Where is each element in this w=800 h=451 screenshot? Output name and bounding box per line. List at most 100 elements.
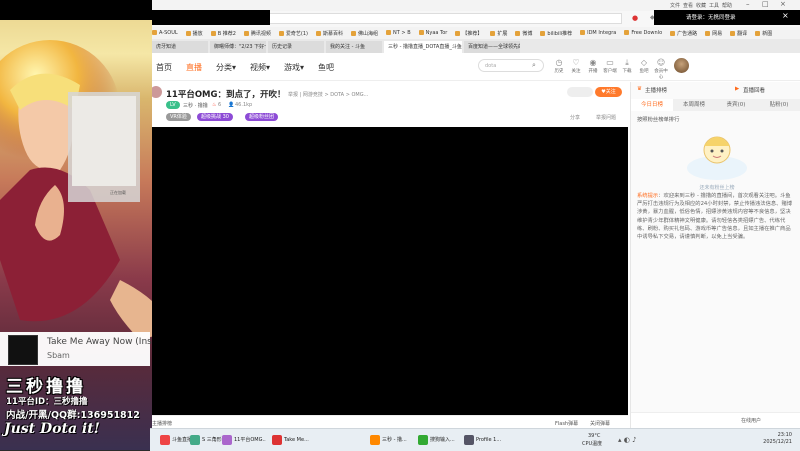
badge-challenge[interactable]: 超级挑战 30	[197, 113, 233, 121]
bookmark-item[interactable]: 佛山海组	[351, 30, 378, 37]
bookmark-icon	[278, 30, 284, 36]
browser-tab[interactable]: 我的关注 - 斗鱼	[326, 41, 382, 53]
flash-danmaku[interactable]: Flash弹幕	[555, 420, 578, 427]
fire-icon: ♨	[212, 102, 217, 108]
rank-header[interactable]: 主播排榜	[645, 86, 667, 94]
browser-tab[interactable]: 百度知道——全球领先的中文问答	[464, 41, 520, 53]
taskbar-item[interactable]: Take Me...	[270, 432, 316, 448]
tab-fans[interactable]: 贴粉(0)	[757, 99, 800, 111]
browser-tab[interactable]: 御曙师傅："2/23 下好一点"	[210, 41, 266, 53]
badge-fanclub[interactable]: 超级粉丝团	[245, 113, 279, 121]
menu-file[interactable]: 文件	[670, 2, 680, 9]
search-icon[interactable]: ⌕	[532, 61, 536, 70]
toolbar-download[interactable]: ⤓ 下载	[620, 58, 634, 74]
app-icon	[190, 435, 200, 445]
camera-icon: ◉	[589, 58, 597, 67]
crown-icon: ♛	[637, 86, 642, 92]
bookmark-item[interactable]: IDM Integra	[580, 30, 616, 36]
tab-daily[interactable]: 今日日榜	[631, 99, 674, 111]
taskbar-item[interactable]: 11平台OMG...	[220, 432, 266, 448]
tray-icons[interactable]: ▴ ◐ ♪	[618, 436, 637, 444]
app-icon	[160, 435, 170, 445]
close-icon[interactable]: ×	[782, 11, 789, 20]
video-player[interactable]	[150, 127, 628, 415]
toolbar-monitor[interactable]: ▭ 客户端	[603, 58, 617, 74]
site-nav: 首页 直播 分类▾ 视频▾ 游戏▾ 鱼吧 dota ⌕ ◷ 历史 ♡ 关注 ◉ 开播 ▭ 客户…	[150, 53, 800, 81]
bookmark-item[interactable]: B 推荐2	[210, 30, 236, 37]
bookmark-item[interactable]: 爱奇艺(1)	[278, 30, 308, 37]
toolbar-camera[interactable]: ◉ 开播	[586, 58, 600, 74]
app-icon	[418, 435, 428, 445]
nav-game[interactable]: 游戏▾	[284, 62, 304, 73]
minimize-icon[interactable]: –	[746, 0, 750, 8]
taskbar-item[interactable]: 三秒 - 撸...	[368, 432, 414, 448]
report-button[interactable]: 举报问题	[596, 114, 616, 121]
browser-window: 文件 查看 收藏 工具 帮助 – □ × com/594839 ● ◆ A-SO…	[150, 0, 800, 428]
tab-weekly[interactable]: 本周周榜	[673, 99, 716, 111]
bookmark-icon	[705, 30, 711, 36]
bookmark-item[interactable]: A-SOUL	[152, 30, 178, 36]
bookmark-item[interactable]: 新图	[755, 30, 772, 37]
bookmark-item[interactable]: 广告通路	[670, 30, 697, 37]
nav-fishbar[interactable]: 鱼吧	[318, 62, 334, 73]
maximize-icon[interactable]: □	[762, 0, 769, 8]
music-artist: Sbam	[47, 351, 70, 360]
room-header: 11平台OMG：到点了，开吹！ 举报 | 网游竞技 > DOTA > OMG..…	[150, 82, 628, 127]
bookmark-item[interactable]: 翻译	[730, 30, 747, 37]
bookmark-item[interactable]: 网易	[705, 30, 722, 37]
toolbar-heart[interactable]: ♡ 关注	[569, 58, 583, 74]
empty-rank-text: 还未有粉丝上榜	[699, 185, 735, 191]
menu-favorites[interactable]: 收藏	[696, 2, 706, 9]
bookmark-item[interactable]: 斯慕百科	[316, 30, 343, 37]
bookmark-item[interactable]: 【推荐】	[455, 30, 482, 37]
room-category[interactable]: 举报 | 网游竞技 > DOTA > OMG...	[288, 91, 368, 98]
game-client-black-bar	[148, 10, 270, 25]
bookmark-icon	[730, 30, 736, 36]
bookmark-item[interactable]: 扩展	[490, 30, 507, 37]
bookmark-item[interactable]: Free Downlo	[624, 30, 662, 36]
close-danmaku[interactable]: 关闭弹幕	[590, 420, 610, 427]
login-prompt[interactable]: 请登录：无携同登录	[686, 13, 736, 21]
toolbar-user[interactable]: ☺ 会员中心	[654, 58, 668, 80]
record-icon[interactable]: ●	[632, 14, 638, 22]
bookmark-item[interactable]: 播放	[185, 30, 203, 37]
user-icon: ☺	[656, 58, 666, 67]
taskbar-item[interactable]: Profile 1...	[462, 432, 508, 448]
toolbar-fish[interactable]: ◇ 鱼吧	[637, 58, 651, 74]
app-icon	[370, 435, 380, 445]
share-button[interactable]: 分享	[570, 114, 580, 121]
rank-link[interactable]: 主播排榜	[152, 420, 172, 427]
nav-live[interactable]: 直播	[186, 62, 202, 73]
menu-help[interactable]: 帮助	[722, 2, 732, 9]
browser-tab[interactable]: 历史记录	[268, 41, 324, 53]
close-icon[interactable]: ×	[780, 0, 786, 8]
follow-button[interactable]: ♥关注	[595, 87, 622, 97]
nav-video[interactable]: 视频▾	[250, 62, 270, 73]
nav-category[interactable]: 分类▾	[216, 62, 236, 73]
music-title: Take Me Away Now (Ins	[47, 337, 152, 347]
nav-home[interactable]: 首页	[156, 62, 172, 73]
bookmark-item[interactable]: bilibili推荐	[540, 30, 572, 37]
menu-tools[interactable]: 工具	[709, 2, 719, 9]
online-users[interactable]: 在线用户	[741, 417, 761, 424]
video-bottom-bar: 主播排榜 Flash弹幕 关闭弹幕	[150, 415, 628, 428]
bookmark-item[interactable]: NT > B	[386, 30, 411, 36]
browser-tab[interactable]: 虎牙知道	[152, 41, 208, 53]
chat-messages: 系统提示：欢迎来到三秒 - 撸撸的直播间，首次观看关注吧。斗鱼严厉打击违规行为及…	[637, 192, 795, 241]
date: 2025/12/21	[763, 439, 792, 445]
avatar[interactable]	[674, 58, 689, 73]
streamer-name[interactable]: 三秒 · 撸撸	[183, 102, 208, 109]
replay-header[interactable]: 直播回看	[743, 86, 765, 94]
taskbar-item[interactable]: 搜狗输入...	[416, 432, 462, 448]
bookmark-item[interactable]: 腾讯视频	[243, 30, 271, 37]
tab-vip[interactable]: 贵宾(0)	[715, 99, 758, 111]
bookmark-item[interactable]: 微博	[515, 30, 532, 37]
browser-tab[interactable]: 三秒 - 撸撸直播_DOTA直播_斗鱼	[384, 41, 462, 53]
clock[interactable]: 23:10 2025/12/21	[763, 432, 792, 446]
share-pill[interactable]	[567, 87, 593, 97]
menu-view[interactable]: 查看	[683, 2, 693, 9]
chevron-down-icon: ▾	[232, 63, 237, 72]
badge-vr[interactable]: VR体验	[166, 113, 191, 121]
bookmark-item[interactable]: Nyaa Tor	[418, 30, 447, 36]
toolbar-clock[interactable]: ◷ 历史	[552, 58, 566, 74]
